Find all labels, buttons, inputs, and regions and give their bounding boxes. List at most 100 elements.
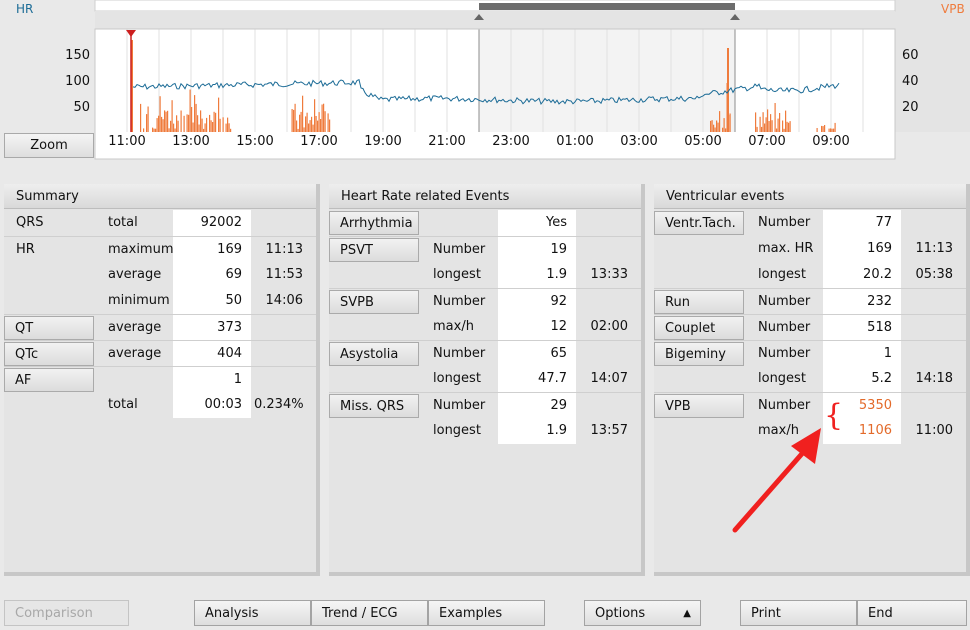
vpb-bar [161,116,163,132]
vpb-bar [311,116,313,132]
af-total-value: 00:03 [173,392,251,418]
hr-vpb-trend-chart[interactable]: 11:00 13:00 15:00 17:00 19:00 21:00 23:00 01:00… [0,0,970,180]
vpb-bar [312,124,314,132]
qt-average-value: 373 [173,315,251,341]
vpb-bar [180,110,182,132]
vpb-bar [789,121,791,132]
qt-sub: average [108,320,162,335]
vpb-bar [308,123,310,132]
hr-max-value: 169 [173,237,251,263]
comparison-button[interactable]: Comparison [4,600,129,626]
vpb-bar [768,121,770,132]
qt-button[interactable]: QT [4,316,94,340]
vpb-bar [206,117,208,132]
vtach-number-sub: Number [758,215,811,230]
vpb-tick-label: 20 [902,100,919,115]
couplet-number-sub: Number [758,320,811,335]
vpb-bar [146,114,148,132]
vtach-maxhr-sub: max. HR [758,241,814,256]
hr-min-value: 50 [173,288,251,314]
vpb-bar [186,114,188,132]
vpb-bar [155,128,157,132]
run-button[interactable]: Run [654,290,744,314]
vpb-bar [192,122,194,132]
vpb-number-sub: Number [758,398,811,413]
time-tick-label: 23:00 [492,134,529,149]
vpb-bar [191,107,193,132]
hr-min-sub: minimum [108,293,170,308]
trend-ecg-button[interactable]: Trend / ECG [311,600,428,626]
vpb-bar [785,110,787,132]
vpb-bar [159,96,161,132]
options-button[interactable]: Options ▲ [584,600,701,626]
vpb-bar [317,120,319,132]
vpb-bar [302,95,304,132]
vpb-bar [305,116,307,132]
bigeminy-number-value: 1 [823,341,901,367]
vpb-bar [152,127,154,132]
bigeminy-longest-value: 5.2 [823,366,901,392]
zoom-button[interactable]: Zoom [4,133,94,158]
time-tick-label: 03:00 [620,134,657,149]
af-button[interactable]: AF [4,368,94,392]
asystolia-button[interactable]: Asystolia [329,342,419,366]
vpb-bar [140,103,142,132]
vpb-button[interactable]: VPB [654,394,744,418]
print-button[interactable]: Print [740,600,857,626]
qtc-button[interactable]: QTc [4,342,94,366]
arrhythmia-button[interactable]: Arrhythmia [329,211,419,235]
examples-button[interactable]: Examples [428,600,545,626]
run-number-value: 232 [823,289,901,315]
vpb-bar [779,113,781,132]
vpb-bar [323,103,325,132]
options-label: Options [595,606,646,621]
vpb-bar [218,97,220,132]
hr-tick-label: 150 [65,48,90,63]
timeline-scroll-thumb[interactable] [479,3,735,10]
vpb-bar [209,114,211,132]
vpb-bar [761,126,763,132]
vpb-bar [783,128,785,132]
hr-max-time: 11:13 [265,242,303,257]
bigeminy-button[interactable]: Bigeminy [654,342,744,366]
vpb-bar [831,128,833,132]
vpb-bar [299,114,301,132]
time-tick-label: 17:00 [300,134,337,149]
svpb-number-sub: Number [433,294,486,309]
end-button[interactable]: End [857,600,967,626]
bigeminy-longest-time: 14:18 [915,371,953,386]
vpb-bar [329,119,331,132]
vpb-bar [177,120,179,132]
vpb-bar [816,128,818,132]
analysis-button[interactable]: Analysis [194,600,311,626]
qrs-sub: total [108,215,138,230]
vpb-bar [776,128,778,132]
run-number-sub: Number [758,294,811,309]
ventr-tach-button[interactable]: Ventr.Tach. [654,211,744,235]
annotation-arrow-icon [732,428,821,533]
vpb-bar [756,126,758,132]
vpb-bar [156,118,158,132]
vpb-bar [770,114,772,132]
svpb-button[interactable]: SVPB [329,290,419,314]
vpb-bar [158,115,160,132]
couplet-button[interactable]: Couplet [654,316,744,340]
vpb-bar [725,128,727,132]
vtach-maxhr-time: 11:13 [915,241,953,256]
vpb-bar [188,114,190,132]
vpb-bar [197,115,199,132]
vpb-bar [303,127,305,132]
vpb-bar [764,123,766,132]
vpb-bar [765,117,767,132]
psvt-button[interactable]: PSVT [329,238,419,262]
qtc-sub: average [108,346,162,361]
vpb-bar [225,123,227,132]
hr-avg-time: 11:53 [265,267,303,282]
miss-qrs-button[interactable]: Miss. QRS [329,394,419,418]
vtach-maxhr-value: 169 [823,236,901,262]
vpb-bar [716,120,718,132]
vpb-bar [306,112,308,132]
af-value: 1 [173,367,251,393]
asystolia-longest-sub: longest [433,371,481,386]
vpb-bar [719,111,721,132]
